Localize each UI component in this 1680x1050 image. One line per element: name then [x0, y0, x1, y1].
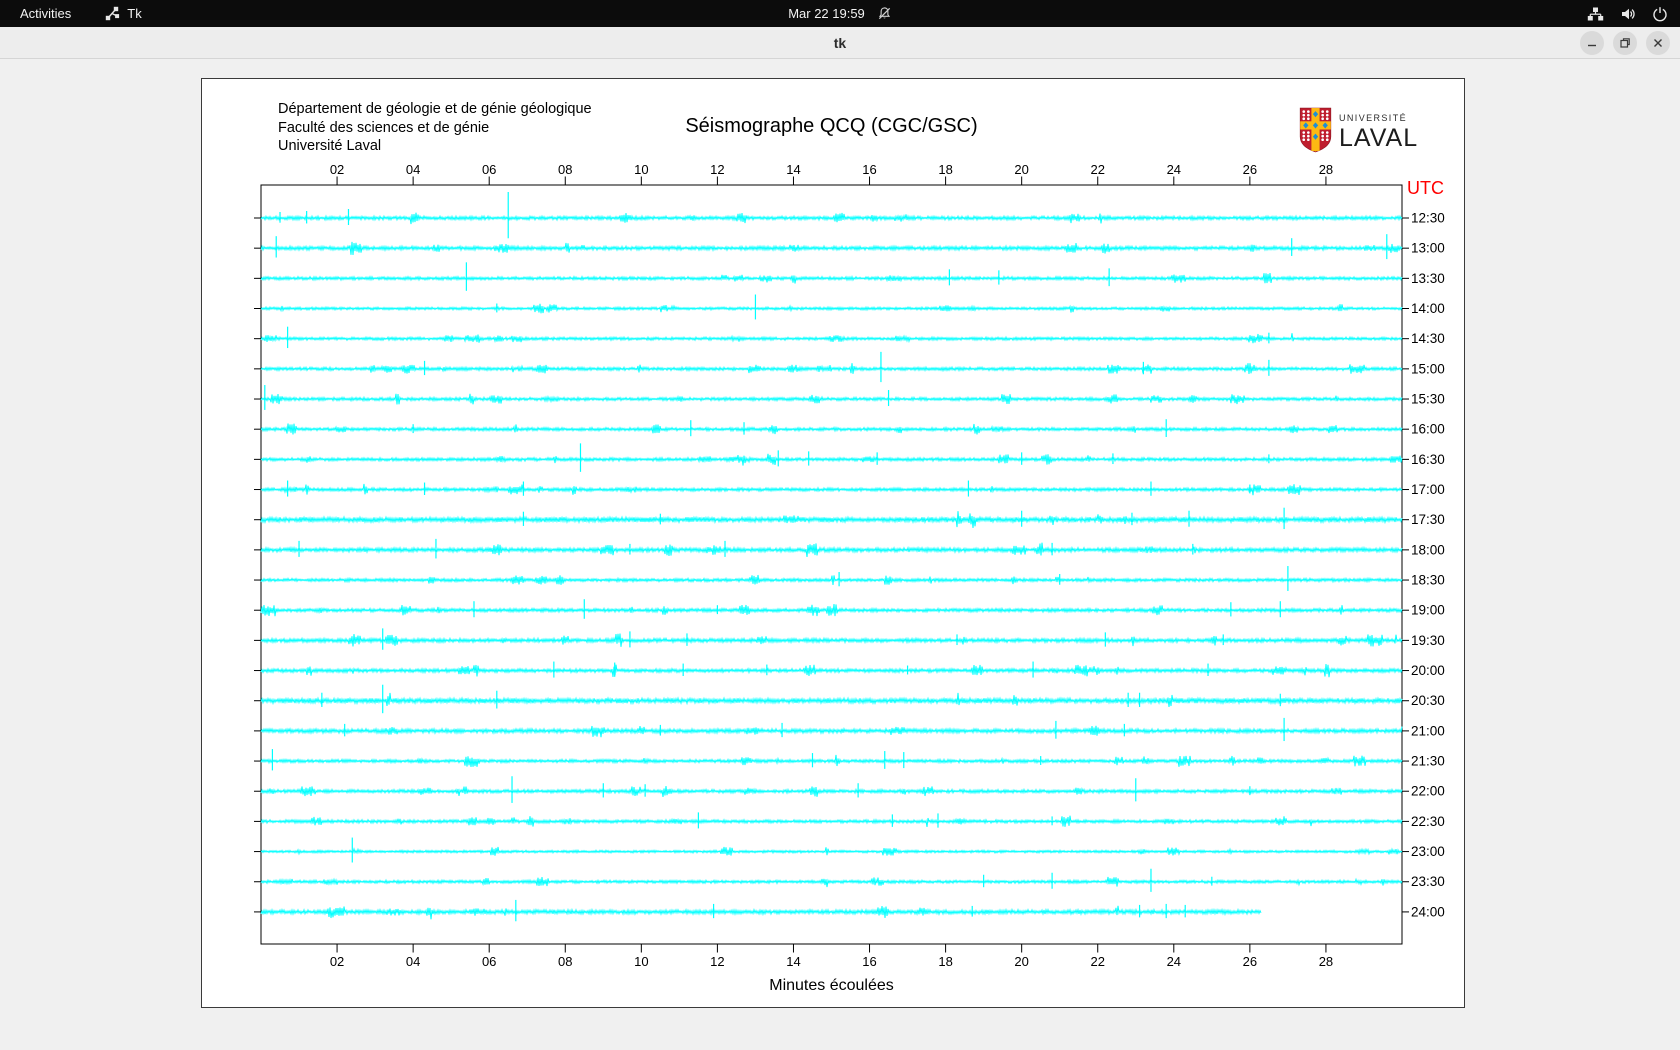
seismo-trace [260, 393, 1403, 405]
x-tick-label-bottom: 18 [938, 954, 952, 969]
seismo-trace [260, 815, 1403, 827]
x-tick-label-bottom: 20 [1014, 954, 1028, 969]
utc-time-label: 15:00 [1411, 361, 1445, 376]
x-tick-label-bottom: 28 [1319, 954, 1333, 969]
seismo-trace [260, 453, 1403, 466]
seismo-trace [260, 212, 1403, 225]
seismo-trace [260, 905, 1262, 920]
close-button[interactable] [1646, 31, 1670, 55]
x-tick-label-bottom: 14 [786, 954, 800, 969]
seismo-trace [260, 542, 1403, 557]
screen: Activities Tk Mar 22 19:59 tk Départemen… [0, 0, 1680, 1050]
x-tick-label-top: 28 [1319, 162, 1333, 177]
seismograph-canvas: Département de géologie et de génie géol… [201, 78, 1465, 1008]
utc-time-label: 19:30 [1411, 633, 1445, 648]
system-status-area[interactable] [1587, 0, 1668, 27]
utc-time-label: 17:00 [1411, 482, 1445, 497]
utc-time-label: 15:30 [1411, 392, 1445, 407]
seismo-trace [260, 846, 1403, 856]
app-indicator[interactable]: Tk [105, 6, 142, 21]
x-tick-label-bottom: 10 [634, 954, 648, 969]
network-icon [1587, 6, 1604, 22]
utc-time-label: 22:00 [1411, 784, 1445, 799]
x-tick-label-top: 22 [1090, 162, 1104, 177]
x-tick-label-bottom: 04 [406, 954, 420, 969]
utc-time-label: 22:30 [1411, 814, 1445, 829]
x-tick-label-top: 04 [406, 162, 420, 177]
x-tick-label-top: 02 [330, 162, 344, 177]
x-tick-label-top: 10 [634, 162, 648, 177]
utc-time-label: 20:00 [1411, 663, 1445, 678]
window-title: tk [833, 34, 847, 51]
utc-time-label: 17:30 [1411, 512, 1445, 527]
plot-frame [260, 184, 1403, 945]
seismo-trace [260, 333, 1403, 344]
utc-time-label: 18:00 [1411, 542, 1445, 557]
tk-icon [105, 6, 120, 21]
seismo-trace [260, 574, 1403, 585]
volume-icon [1620, 6, 1636, 22]
seismo-trace [260, 511, 1403, 528]
seismo-trace [260, 423, 1403, 435]
x-tick-label-top: 14 [786, 162, 800, 177]
x-tick-label-top: 20 [1014, 162, 1028, 177]
x-tick-label-bottom: 12 [710, 954, 724, 969]
seismo-trace [260, 785, 1403, 797]
system-top-bar: Activities Tk Mar 22 19:59 [0, 0, 1680, 27]
seismo-trace [260, 303, 1403, 314]
seismo-trace [260, 241, 1403, 256]
utc-time-label: 13:00 [1411, 241, 1445, 256]
seismo-trace [260, 692, 1403, 707]
utc-time-label: 16:00 [1411, 422, 1445, 437]
utc-time-label: 23:00 [1411, 844, 1445, 859]
x-tick-label-bottom: 24 [1167, 954, 1181, 969]
x-tick-label-top: 24 [1167, 162, 1181, 177]
app-indicator-label: Tk [127, 6, 142, 21]
seismograph-plot: 02 02 04 04 06 06 08 08 10 10 12 12 14 14 16 16 18 18 20 20… [254, 162, 1445, 969]
utc-time-label: 24:00 [1411, 904, 1445, 919]
seismo-trace [260, 725, 1403, 738]
window-titlebar[interactable]: tk [0, 27, 1680, 59]
x-tick-label-bottom: 26 [1243, 954, 1257, 969]
utc-time-label: 16:30 [1411, 452, 1445, 467]
clock[interactable]: Mar 22 19:59 [788, 6, 865, 21]
utc-time-label: 13:30 [1411, 271, 1445, 286]
utc-time-label: 18:30 [1411, 573, 1445, 588]
app-content: Département de géologie et de génie géol… [0, 60, 1680, 1050]
utc-time-label: 14:00 [1411, 301, 1445, 316]
utc-time-label: 14:30 [1411, 331, 1445, 346]
seismo-trace [260, 483, 1403, 496]
x-tick-label-top: 18 [938, 162, 952, 177]
seismo-trace [260, 664, 1403, 678]
x-tick-label-top: 16 [862, 162, 876, 177]
x-tick-label-bottom: 16 [862, 954, 876, 969]
seismo-trace [260, 633, 1403, 647]
x-tick-label-bottom: 22 [1090, 954, 1104, 969]
utc-time-label: 20:30 [1411, 693, 1445, 708]
x-tick-label-bottom: 06 [482, 954, 496, 969]
x-tick-label-bottom: 08 [558, 954, 572, 969]
utc-time-label: 21:00 [1411, 723, 1445, 738]
utc-time-label: 23:30 [1411, 874, 1445, 889]
seismo-trace [260, 273, 1403, 284]
x-tick-label-bottom: 02 [330, 954, 344, 969]
utc-time-label: 21:30 [1411, 754, 1445, 769]
x-axis-title: Minutes écoulées [769, 977, 894, 994]
seismo-trace [260, 754, 1403, 767]
utc-time-label: 12:30 [1411, 211, 1445, 226]
bell-muted-icon [877, 6, 892, 21]
seismo-trace [260, 876, 1403, 888]
minimize-button[interactable] [1580, 31, 1604, 55]
x-tick-label-top: 12 [710, 162, 724, 177]
x-tick-label-top: 08 [558, 162, 572, 177]
power-icon [1652, 6, 1668, 22]
x-tick-label-top: 06 [482, 162, 496, 177]
utc-time-label: 19:00 [1411, 603, 1445, 618]
restore-button[interactable] [1613, 31, 1637, 55]
x-tick-label-top: 26 [1243, 162, 1257, 177]
activities-button[interactable]: Activities [14, 4, 77, 23]
seismo-trace [260, 363, 1403, 375]
